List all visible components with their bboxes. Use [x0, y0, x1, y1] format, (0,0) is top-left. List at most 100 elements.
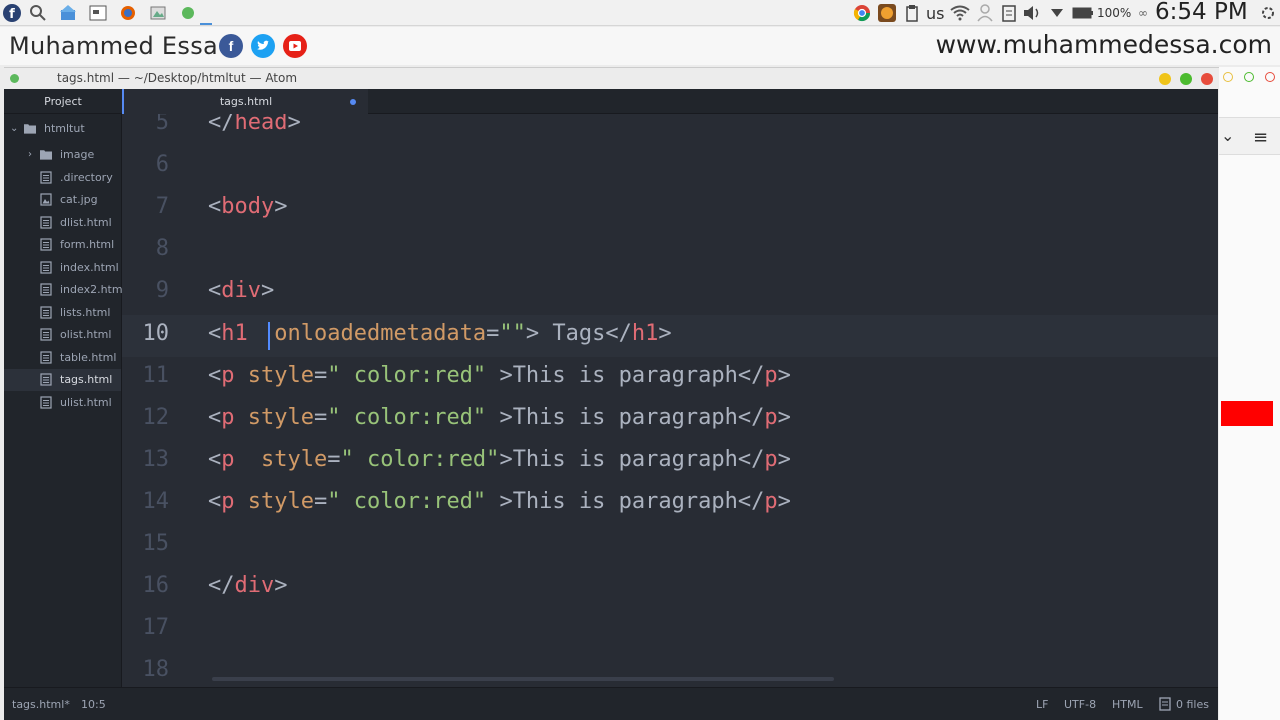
- tree-item-olist-html[interactable]: olist.html: [4, 324, 121, 346]
- file-text-icon: [40, 238, 52, 251]
- tree-item-cat-jpg[interactable]: cat.jpg: [4, 189, 121, 211]
- image-viewer-icon[interactable]: [148, 3, 168, 23]
- author-name: Muhammed Essa: [9, 32, 219, 60]
- modified-dot-icon[interactable]: [350, 99, 356, 105]
- file-text-icon: [40, 170, 52, 184]
- tree-item-table-html[interactable]: table.html: [4, 347, 121, 369]
- search-icon[interactable]: [28, 3, 48, 23]
- code-line[interactable]: </div>: [208, 573, 288, 598]
- home-folder-icon[interactable]: [58, 3, 78, 23]
- line-number: 12: [142, 404, 170, 430]
- chevron-right-icon: ›: [28, 149, 32, 160]
- window-title: tags.html — ~/Desktop/htmltut — Atom: [57, 71, 298, 85]
- firefox-icon[interactable]: [118, 3, 138, 23]
- svg-text:f: f: [9, 7, 15, 22]
- user-icon[interactable]: [975, 3, 995, 23]
- chrome-icon[interactable]: [852, 3, 872, 23]
- tree-item-label: lists.html: [60, 305, 111, 319]
- atom-editor-window: Project ⌄ htmltut › image .directory cat.jp…: [4, 89, 1218, 720]
- power-icon[interactable]: [1258, 3, 1278, 23]
- status-cursor-position[interactable]: 10:5: [81, 698, 106, 711]
- line-number: 13: [142, 446, 170, 472]
- tree-item-label: olist.html: [60, 328, 112, 341]
- tree-item-dlist-html[interactable]: dlist.html: [4, 212, 121, 234]
- status-line-ending[interactable]: LF: [1036, 698, 1048, 711]
- app-tray-icon[interactable]: [877, 3, 897, 23]
- watermark-banner: Muhammed Essa f www.muhammedessa.com: [0, 27, 1280, 65]
- minimize-button[interactable]: [1159, 73, 1171, 85]
- tree-item-lists-html[interactable]: lists.html: [4, 302, 121, 324]
- text-cursor: [268, 321, 270, 350]
- line-number: 10: [142, 320, 170, 346]
- project-panel-header[interactable]: Project: [4, 89, 122, 114]
- keyboard-layout[interactable]: us: [926, 4, 944, 23]
- status-files-count[interactable]: 0 files: [1176, 698, 1209, 711]
- line-number: 7: [155, 194, 169, 220]
- code-line[interactable]: </head>: [208, 114, 301, 135]
- code-editor[interactable]: 5 6 7 8 9 10 11 12 13 14 15 16 17 18 </head> <body> <di…: [122, 114, 1218, 687]
- dropdown-arrow-icon[interactable]: [1047, 3, 1067, 23]
- line-number-gutter: 5 6 7 8 9 10 11 12 13 14 15 16 17 18: [122, 114, 194, 687]
- tree-item-index-html[interactable]: index.html: [4, 257, 121, 279]
- battery-percent: 100%: [1097, 6, 1132, 20]
- code-line[interactable]: <p style=" color:red" >This is paragraph…: [208, 363, 791, 388]
- line-number: 9: [155, 278, 169, 304]
- tree-item-ulist-html[interactable]: ulist.html: [4, 392, 121, 414]
- line-number: 6: [155, 152, 169, 178]
- maximize-button[interactable]: [1180, 73, 1192, 85]
- red-content-block: [1221, 401, 1273, 426]
- code-line[interactable]: <p style=" color:red">This is paragraph<…: [208, 447, 791, 472]
- file-text-icon: [40, 305, 52, 319]
- tree-item-label: dlist.html: [60, 215, 112, 229]
- tree-item-label: index2.html: [60, 283, 126, 296]
- tree-item-index2-html[interactable]: index2.html: [4, 279, 126, 301]
- line-number: 11: [142, 362, 170, 388]
- code-line[interactable]: <body>: [208, 194, 287, 219]
- youtube-icon: [283, 34, 307, 58]
- file-text-icon: [40, 215, 52, 229]
- atom-app-icon[interactable]: [178, 3, 198, 23]
- project-tree: Project ⌄ htmltut › image .directory cat.jp…: [4, 89, 126, 687]
- status-file-name[interactable]: tags.html*: [12, 698, 70, 711]
- tree-item-tags-html[interactable]: tags.html: [4, 369, 121, 391]
- image-file-icon: [40, 193, 52, 206]
- close-button[interactable]: [1201, 73, 1213, 85]
- code-line[interactable]: <div>: [208, 278, 274, 303]
- tree-item-image[interactable]: › image: [4, 144, 121, 166]
- tree-item-label: cat.jpg: [60, 193, 98, 206]
- tree-item-directory[interactable]: .directory: [4, 167, 121, 189]
- horizontal-scrollbar[interactable]: [212, 677, 834, 681]
- tab-tags-html[interactable]: tags.html: [122, 89, 368, 114]
- tree-item-label: ulist.html: [60, 395, 112, 409]
- code-line[interactable]: <p style=" color:red" >This is paragraph…: [208, 405, 791, 430]
- code-line[interactable]: <h1 onloadedmetadata=""> Tags</h1>: [208, 321, 672, 346]
- menu-icon[interactable]: ≡: [1253, 127, 1268, 148]
- battery-icon[interactable]: [1071, 3, 1095, 23]
- infinity-icon: ∞: [1138, 6, 1148, 20]
- tree-item-form-html[interactable]: form.html: [4, 234, 121, 256]
- status-encoding[interactable]: UTF-8: [1064, 698, 1096, 711]
- fedora-logo-icon[interactable]: f: [2, 3, 22, 23]
- line-number: 18: [142, 657, 170, 683]
- file-text-icon: [40, 260, 52, 274]
- code-line[interactable]: <p style=" color:red" >This is paragraph…: [208, 489, 791, 514]
- file-text-icon: [40, 395, 52, 409]
- wifi-icon[interactable]: [950, 3, 970, 23]
- active-indicator: [200, 23, 212, 25]
- background-browser-window: ⌄ ≡: [1219, 67, 1280, 720]
- terminal-icon[interactable]: [88, 3, 108, 23]
- line-number: 8: [155, 236, 169, 262]
- chevron-down-icon[interactable]: ⌄: [1221, 126, 1234, 145]
- clock[interactable]: 6:54 PM: [1155, 0, 1248, 25]
- status-grammar[interactable]: HTML: [1112, 698, 1143, 711]
- tree-item-label: tags.html: [60, 373, 113, 386]
- volume-icon[interactable]: [1022, 3, 1042, 23]
- git-file-icon: [1159, 697, 1171, 711]
- browser-close-icon: [1265, 72, 1275, 82]
- notes-icon[interactable]: [999, 3, 1019, 23]
- tree-root-htmltut[interactable]: ⌄ htmltut: [4, 118, 121, 140]
- window-titlebar[interactable]: tags.html — ~/Desktop/htmltut — Atom: [4, 67, 1219, 89]
- tree-item-label: image: [60, 148, 95, 161]
- clipboard-icon[interactable]: [902, 3, 922, 23]
- file-text-icon: [40, 283, 52, 296]
